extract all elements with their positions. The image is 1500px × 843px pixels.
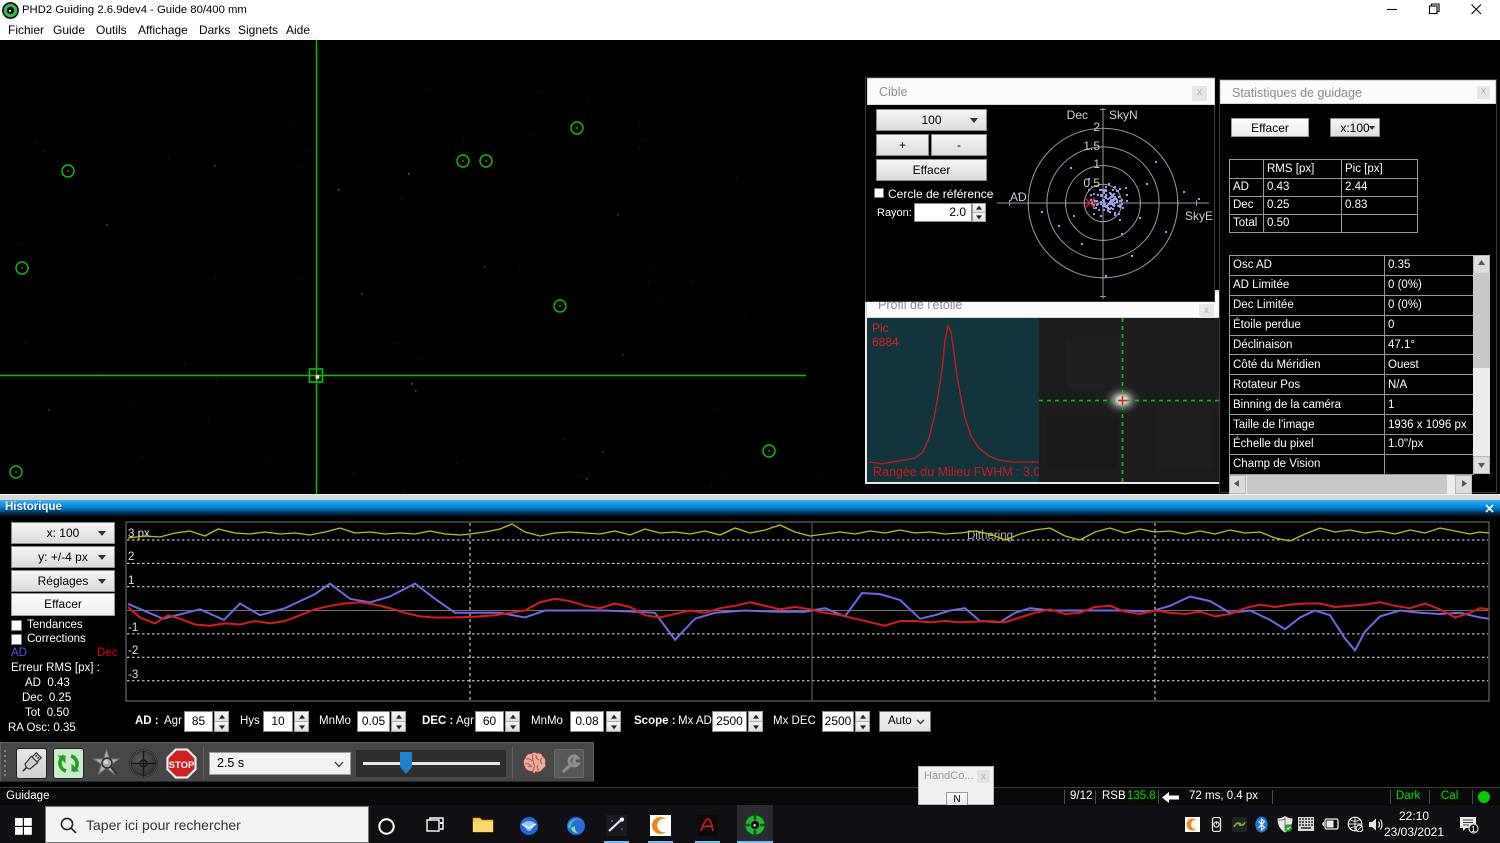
svg-text:-3: -3: [128, 669, 138, 681]
svg-text:2: 2: [1093, 120, 1100, 134]
svg-text:1: 1: [1471, 824, 1476, 834]
svg-text:Pic: Pic: [872, 321, 889, 335]
svg-text:SkyN: SkyN: [1109, 108, 1138, 122]
svg-text:-2: -2: [128, 645, 138, 657]
svg-text:Dec: Dec: [1067, 108, 1088, 122]
svg-text:2: 2: [128, 551, 134, 563]
svg-text:1: 1: [1093, 157, 1100, 171]
svg-text:STOP: STOP: [169, 760, 195, 771]
svg-text:Rangée du Milieu FWHM : 3.06,: Rangée du Milieu FWHM : 3.06, H: [873, 465, 1063, 479]
svg-text:1.5: 1.5: [1083, 139, 1100, 153]
svg-text:SkyE: SkyE: [1185, 209, 1213, 223]
svg-text:6884: 6884: [872, 335, 899, 349]
svg-text:0.5: 0.5: [1083, 176, 1100, 190]
svg-text:AD: AD: [1010, 190, 1027, 204]
svg-text:1: 1: [128, 575, 134, 587]
svg-text:-1: -1: [128, 622, 138, 634]
